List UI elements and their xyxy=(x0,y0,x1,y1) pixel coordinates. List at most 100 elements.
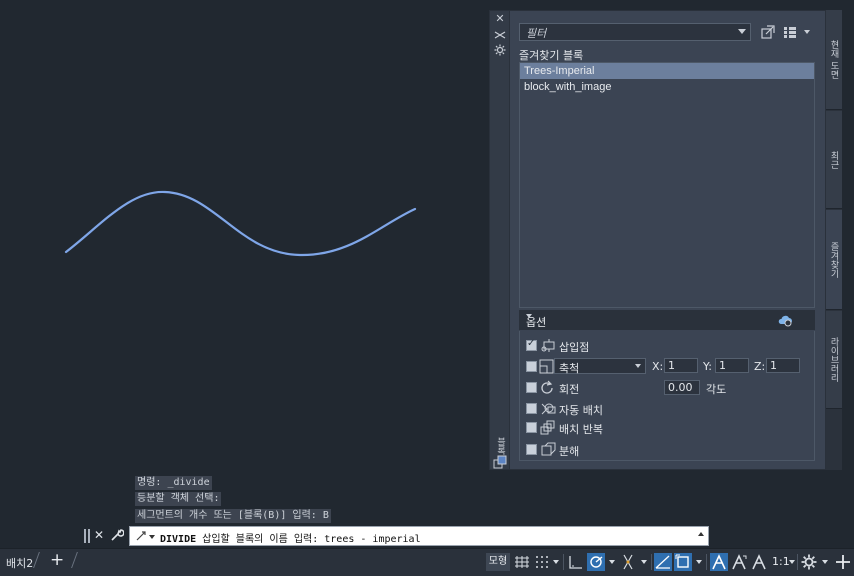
explode-label: 분해 xyxy=(559,445,580,458)
tab-current-drawing[interactable]: 현재 도면 xyxy=(826,10,842,110)
option-rotation: 회전 0.00 각도 xyxy=(526,379,816,397)
chevron-down-icon[interactable] xyxy=(804,30,810,34)
divider xyxy=(563,554,564,570)
z-label: Z: xyxy=(754,360,766,373)
insertion-point-checkbox[interactable] xyxy=(526,338,537,351)
blocks-palette: ✕ 블록 필터 즐겨찾기 블록 Trees-Imperial block_wit… xyxy=(489,10,826,470)
polar-tracking-icon[interactable] xyxy=(587,553,605,571)
insertion-point-label: 삽입점 xyxy=(559,341,590,354)
angle-input[interactable]: 0.00 xyxy=(664,380,700,395)
chevron-up-icon[interactable] xyxy=(698,532,704,536)
add-layout-icon[interactable]: + xyxy=(50,550,64,570)
divider xyxy=(651,554,652,570)
isodraft-icon[interactable] xyxy=(619,553,637,571)
wrench-icon[interactable] xyxy=(110,528,124,542)
x-label: X: xyxy=(652,360,664,373)
chevron-down-icon xyxy=(635,364,641,368)
chevron-down-icon[interactable] xyxy=(609,560,615,564)
grid-icon[interactable] xyxy=(513,553,531,571)
angle-label: 각도 xyxy=(706,383,727,396)
drawing-canvas[interactable] xyxy=(0,0,490,520)
tab-divider xyxy=(33,552,40,568)
command-input[interactable]: DIVIDE 삽입할 블록의 이름 입력: trees - imperial xyxy=(129,526,709,546)
command-text: DIVIDE 삽입할 블록의 이름 입력: trees - imperial xyxy=(160,530,421,545)
palette-title: 블록 xyxy=(495,437,505,455)
options-header[interactable]: 옵션 xyxy=(519,310,815,330)
chevron-down-icon[interactable] xyxy=(696,560,702,564)
repeat-place-label: 배치 반복 xyxy=(559,423,603,436)
scale-label[interactable]: 1:1 xyxy=(772,555,790,568)
rotation-checkbox[interactable] xyxy=(526,382,537,393)
scale-icon xyxy=(539,359,554,374)
drag-handle-icon[interactable] xyxy=(84,529,90,543)
annotation-scale-icon[interactable] xyxy=(750,553,768,571)
repeat-place-checkbox[interactable] xyxy=(526,422,537,433)
divider xyxy=(706,554,707,570)
auto-scale-icon[interactable] xyxy=(730,553,748,571)
status-bar: 배치2 + 모형 1:1 xyxy=(0,548,854,576)
tab-recent[interactable]: 최근 xyxy=(826,111,842,209)
blocks-palette-icon xyxy=(493,455,507,469)
explode-checkbox[interactable] xyxy=(526,444,537,455)
workspace-gear-icon[interactable] xyxy=(800,553,818,571)
chevron-down-icon[interactable] xyxy=(641,560,647,564)
tab-divider xyxy=(71,552,78,568)
auto-place-icon xyxy=(541,403,556,415)
snap-icon[interactable] xyxy=(533,553,551,571)
auto-place-label: 자동 배치 xyxy=(559,404,603,417)
chevron-down-icon[interactable] xyxy=(149,535,155,539)
close-icon[interactable]: ✕ xyxy=(494,13,506,25)
command-history-line: 세그먼트의 개수 또는 [블록(B)] 입력: B xyxy=(135,509,331,523)
import-block-icon[interactable] xyxy=(761,25,776,39)
filter-input[interactable]: 필터 xyxy=(519,23,751,41)
chevron-down-icon[interactable] xyxy=(822,560,828,564)
command-prompt-icon[interactable] xyxy=(135,530,147,542)
scale-select-value: 축척 xyxy=(559,362,580,375)
scale-checkbox[interactable] xyxy=(526,361,537,372)
filter-placeholder: 필터 xyxy=(526,27,547,40)
block-item-trees-imperial[interactable]: Trees-Imperial xyxy=(520,63,814,79)
command-name: DIVIDE xyxy=(160,534,197,545)
tab-libraries[interactable]: 라이브러리 xyxy=(826,311,842,409)
y-label: Y: xyxy=(703,360,712,373)
command-prompt: 삽입할 블록의 이름 입력: trees - imperial xyxy=(202,534,421,545)
annotation-visibility-icon[interactable] xyxy=(710,553,728,571)
x-input[interactable]: 1 xyxy=(664,358,698,373)
repeat-place-icon xyxy=(540,420,555,435)
cloud-sync-icon[interactable] xyxy=(777,313,793,327)
customize-plus-icon[interactable] xyxy=(834,553,852,571)
view-mode-icon[interactable] xyxy=(783,25,797,39)
y-input[interactable]: 1 xyxy=(715,358,749,373)
rotation-label: 회전 xyxy=(559,383,580,396)
chevron-down-icon[interactable] xyxy=(738,29,746,34)
auto-hide-icon[interactable] xyxy=(494,29,506,41)
properties-gear-icon[interactable] xyxy=(494,44,506,56)
command-history-line: 명령: _divide xyxy=(135,476,212,490)
options-panel: 삽입점 축척 X: 1 Y: 1 Z: 1 xyxy=(519,331,815,461)
scale-select[interactable]: 축척 xyxy=(554,358,646,375)
rotate-icon xyxy=(541,380,553,394)
option-scale: 축척 X: 1 Y: 1 Z: 1 xyxy=(526,358,816,376)
model-space-button[interactable]: 모형 xyxy=(486,553,510,571)
divided-curve[interactable] xyxy=(64,190,417,257)
block-item-block-with-image[interactable]: block_with_image xyxy=(520,79,814,95)
z-input[interactable]: 1 xyxy=(766,358,800,373)
chevron-down-icon[interactable] xyxy=(553,560,559,564)
object-snap-icon[interactable] xyxy=(674,553,692,571)
close-icon[interactable]: ✕ xyxy=(94,528,104,542)
object-snap-tracking-icon[interactable] xyxy=(654,553,672,571)
chevron-down-icon[interactable] xyxy=(526,314,532,318)
layout-tab[interactable]: 배치2 xyxy=(6,555,33,571)
command-line: ✕ DIVIDE 삽입할 블록의 이름 입력: trees - imperial xyxy=(84,526,710,546)
command-history-line: 등분할 객체 선택: xyxy=(135,492,222,506)
palette-titlebar: ✕ 블록 xyxy=(490,11,510,469)
insertion-point-icon xyxy=(541,339,555,352)
explode-icon xyxy=(541,442,556,456)
tab-favorites[interactable]: 즐겨찾기 xyxy=(826,210,842,310)
ortho-icon[interactable] xyxy=(567,553,585,571)
chevron-down-icon[interactable] xyxy=(789,560,795,564)
palette-tabs: 현재 도면 최근 즐겨찾기 라이브러리 xyxy=(826,10,842,470)
palette-content: 필터 즐겨찾기 블록 Trees-Imperial block_with_ima… xyxy=(510,11,825,469)
auto-place-checkbox[interactable] xyxy=(526,403,537,414)
block-list[interactable]: Trees-Imperial block_with_image xyxy=(519,62,815,308)
